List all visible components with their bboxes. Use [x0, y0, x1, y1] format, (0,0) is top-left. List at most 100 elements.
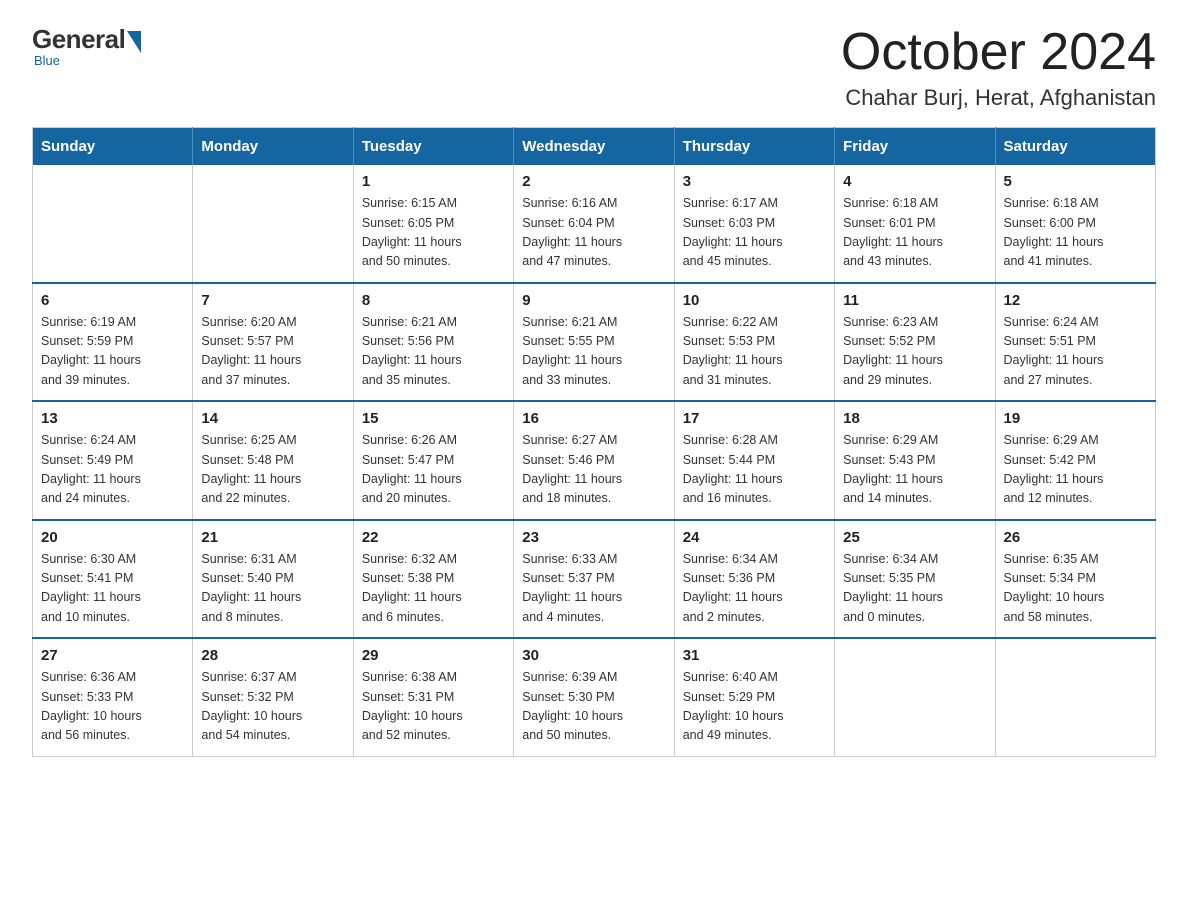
- day-info: Sunrise: 6:33 AM Sunset: 5:37 PM Dayligh…: [522, 550, 665, 628]
- day-number: 4: [843, 173, 986, 190]
- calendar-cell: 11 Sunrise: 6:23 AM Sunset: 5:52 PM Dayli…: [835, 283, 995, 402]
- calendar-cell: 21Sunrise: 6:31 AM Sunset: 5:40 PM Dayli…: [193, 520, 353, 639]
- day-info: Sunrise: 6:36 AM Sunset: 5:33 PM Dayligh…: [41, 668, 184, 746]
- calendar-cell: 19 Sunrise: 6:29 AM Sunset: 5:42 PM Dayli…: [995, 401, 1155, 520]
- day-number: 3: [683, 173, 826, 190]
- calendar-cell: 6 Sunrise: 6:19 AM Sunset: 5:59 PM Daylig…: [33, 283, 193, 402]
- weekday-header: Monday: [193, 128, 353, 166]
- day-number: 24: [683, 529, 826, 546]
- location-subtitle: Chahar Burj, Herat, Afghanistan: [841, 85, 1156, 111]
- calendar-cell: 25 Sunrise: 6:34 AM Sunset: 5:35 PM Dayli…: [835, 520, 995, 639]
- day-info: Sunrise: 6:29 AM Sunset: 5:42 PM Dayligh…: [1004, 431, 1147, 509]
- day-number: 26: [1004, 529, 1147, 546]
- calendar-cell: 9Sunrise: 6:21 AM Sunset: 5:55 PM Daylig…: [514, 283, 674, 402]
- day-number: 22: [362, 529, 505, 546]
- day-number: 2: [522, 173, 665, 190]
- calendar-cell: 20 Sunrise: 6:30 AM Sunset: 5:41 PM Dayli…: [33, 520, 193, 639]
- day-number: 15: [362, 410, 505, 427]
- weekday-header: Wednesday: [514, 128, 674, 166]
- calendar-cell: 23 Sunrise: 6:33 AM Sunset: 5:37 PM Dayli…: [514, 520, 674, 639]
- day-number: 29: [362, 647, 505, 664]
- day-number: 11: [843, 292, 986, 309]
- calendar-cell: 8 Sunrise: 6:21 AM Sunset: 5:56 PM Daylig…: [353, 283, 513, 402]
- day-info: Sunrise: 6:27 AM Sunset: 5:46 PM Dayligh…: [522, 431, 665, 509]
- day-info: Sunrise: 6:39 AM Sunset: 5:30 PM Dayligh…: [522, 668, 665, 746]
- calendar-cell: 1 Sunrise: 6:15 AM Sunset: 6:05 PM Daylig…: [353, 165, 513, 283]
- day-info: Sunrise: 6:21 AM Sunset: 5:55 PM Dayligh…: [522, 313, 665, 391]
- calendar-cell: 5Sunrise: 6:18 AM Sunset: 6:00 PM Daylig…: [995, 165, 1155, 283]
- calendar-cell: 16 Sunrise: 6:27 AM Sunset: 5:46 PM Dayli…: [514, 401, 674, 520]
- calendar-cell: 10 Sunrise: 6:22 AM Sunset: 5:53 PM Dayli…: [674, 283, 834, 402]
- day-info: Sunrise: 6:34 AM Sunset: 5:36 PM Dayligh…: [683, 550, 826, 628]
- day-info: Sunrise: 6:38 AM Sunset: 5:31 PM Dayligh…: [362, 668, 505, 746]
- calendar-week-row: 13Sunrise: 6:24 AM Sunset: 5:49 PM Dayli…: [33, 401, 1156, 520]
- calendar-cell: 22Sunrise: 6:32 AM Sunset: 5:38 PM Dayli…: [353, 520, 513, 639]
- calendar-cell: 17Sunrise: 6:28 AM Sunset: 5:44 PM Dayli…: [674, 401, 834, 520]
- day-number: 30: [522, 647, 665, 664]
- calendar-cell: 7 Sunrise: 6:20 AM Sunset: 5:57 PM Daylig…: [193, 283, 353, 402]
- calendar-week-row: 6 Sunrise: 6:19 AM Sunset: 5:59 PM Daylig…: [33, 283, 1156, 402]
- day-info: Sunrise: 6:22 AM Sunset: 5:53 PM Dayligh…: [683, 313, 826, 391]
- day-info: Sunrise: 6:28 AM Sunset: 5:44 PM Dayligh…: [683, 431, 826, 509]
- calendar-week-row: 1 Sunrise: 6:15 AM Sunset: 6:05 PM Daylig…: [33, 165, 1156, 283]
- day-number: 16: [522, 410, 665, 427]
- calendar-cell: 30 Sunrise: 6:39 AM Sunset: 5:30 PM Dayli…: [514, 638, 674, 756]
- calendar-header-row: SundayMondayTuesdayWednesdayThursdayFrid…: [33, 128, 1156, 166]
- logo: General Blue: [32, 24, 141, 68]
- page-header: General Blue October 2024 Chahar Burj, H…: [32, 24, 1156, 111]
- weekday-header: Friday: [835, 128, 995, 166]
- title-block: October 2024 Chahar Burj, Herat, Afghani…: [841, 24, 1156, 111]
- calendar-cell: 4 Sunrise: 6:18 AM Sunset: 6:01 PM Daylig…: [835, 165, 995, 283]
- day-number: 20: [41, 529, 184, 546]
- day-number: 10: [683, 292, 826, 309]
- day-info: Sunrise: 6:17 AM Sunset: 6:03 PM Dayligh…: [683, 194, 826, 272]
- day-info: Sunrise: 6:26 AM Sunset: 5:47 PM Dayligh…: [362, 431, 505, 509]
- calendar-cell: 2 Sunrise: 6:16 AM Sunset: 6:04 PM Daylig…: [514, 165, 674, 283]
- weekday-header: Thursday: [674, 128, 834, 166]
- day-number: 12: [1004, 292, 1147, 309]
- day-info: Sunrise: 6:18 AM Sunset: 6:01 PM Dayligh…: [843, 194, 986, 272]
- day-info: Sunrise: 6:16 AM Sunset: 6:04 PM Dayligh…: [522, 194, 665, 272]
- calendar-cell: 28 Sunrise: 6:37 AM Sunset: 5:32 PM Dayli…: [193, 638, 353, 756]
- day-info: Sunrise: 6:20 AM Sunset: 5:57 PM Dayligh…: [201, 313, 344, 391]
- day-number: 31: [683, 647, 826, 664]
- calendar-cell: [33, 165, 193, 283]
- day-info: Sunrise: 6:25 AM Sunset: 5:48 PM Dayligh…: [201, 431, 344, 509]
- day-info: Sunrise: 6:19 AM Sunset: 5:59 PM Dayligh…: [41, 313, 184, 391]
- day-number: 14: [201, 410, 344, 427]
- calendar-cell: 12Sunrise: 6:24 AM Sunset: 5:51 PM Dayli…: [995, 283, 1155, 402]
- day-number: 6: [41, 292, 184, 309]
- day-info: Sunrise: 6:15 AM Sunset: 6:05 PM Dayligh…: [362, 194, 505, 272]
- logo-general-text: General: [32, 24, 125, 55]
- day-info: Sunrise: 6:23 AM Sunset: 5:52 PM Dayligh…: [843, 313, 986, 391]
- calendar-week-row: 20 Sunrise: 6:30 AM Sunset: 5:41 PM Dayli…: [33, 520, 1156, 639]
- day-number: 7: [201, 292, 344, 309]
- calendar-cell: 26 Sunrise: 6:35 AM Sunset: 5:34 PM Dayli…: [995, 520, 1155, 639]
- day-info: Sunrise: 6:35 AM Sunset: 5:34 PM Dayligh…: [1004, 550, 1147, 628]
- calendar-cell: 18Sunrise: 6:29 AM Sunset: 5:43 PM Dayli…: [835, 401, 995, 520]
- day-info: Sunrise: 6:34 AM Sunset: 5:35 PM Dayligh…: [843, 550, 986, 628]
- weekday-header: Tuesday: [353, 128, 513, 166]
- calendar-cell: 29 Sunrise: 6:38 AM Sunset: 5:31 PM Dayli…: [353, 638, 513, 756]
- day-number: 1: [362, 173, 505, 190]
- day-info: Sunrise: 6:18 AM Sunset: 6:00 PM Dayligh…: [1004, 194, 1147, 272]
- calendar-cell: 13Sunrise: 6:24 AM Sunset: 5:49 PM Dayli…: [33, 401, 193, 520]
- weekday-header: Sunday: [33, 128, 193, 166]
- day-number: 18: [843, 410, 986, 427]
- day-number: 8: [362, 292, 505, 309]
- day-info: Sunrise: 6:30 AM Sunset: 5:41 PM Dayligh…: [41, 550, 184, 628]
- day-info: Sunrise: 6:31 AM Sunset: 5:40 PM Dayligh…: [201, 550, 344, 628]
- calendar-cell: [835, 638, 995, 756]
- day-info: Sunrise: 6:21 AM Sunset: 5:56 PM Dayligh…: [362, 313, 505, 391]
- day-number: 19: [1004, 410, 1147, 427]
- calendar-table: SundayMondayTuesdayWednesdayThursdayFrid…: [32, 127, 1156, 757]
- day-number: 27: [41, 647, 184, 664]
- day-number: 25: [843, 529, 986, 546]
- calendar-cell: 24 Sunrise: 6:34 AM Sunset: 5:36 PM Dayli…: [674, 520, 834, 639]
- page-title: October 2024: [841, 24, 1156, 81]
- day-number: 23: [522, 529, 665, 546]
- day-number: 28: [201, 647, 344, 664]
- calendar-cell: 3 Sunrise: 6:17 AM Sunset: 6:03 PM Daylig…: [674, 165, 834, 283]
- day-info: Sunrise: 6:37 AM Sunset: 5:32 PM Dayligh…: [201, 668, 344, 746]
- calendar-cell: [193, 165, 353, 283]
